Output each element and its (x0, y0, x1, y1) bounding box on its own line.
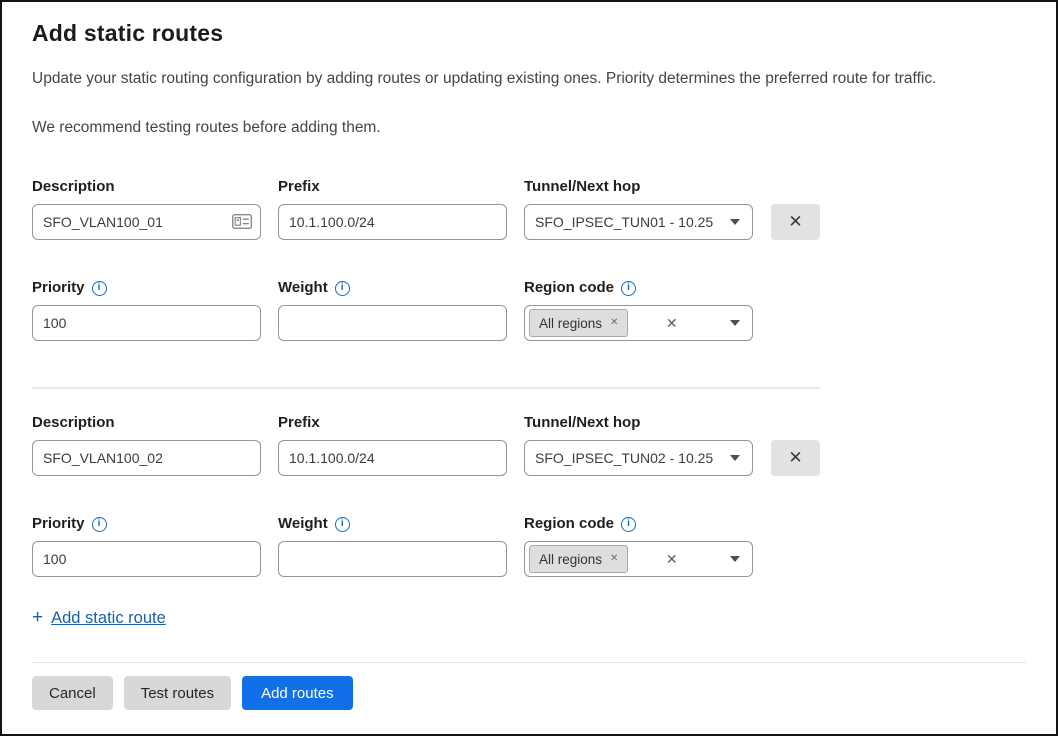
tunnel-label: Tunnel/Next hop (524, 177, 753, 197)
remove-route-button[interactable]: ✕ (771, 204, 820, 240)
prefix-input[interactable] (278, 204, 507, 240)
footer-divider (32, 662, 1026, 663)
description-label: Description (32, 177, 261, 197)
tunnel-select[interactable]: SFO_IPSEC_TUN01 - 10.25... (524, 204, 753, 240)
region-chip-label: All regions (539, 552, 602, 567)
priority-label: Priority (32, 514, 85, 534)
info-icon[interactable]: i (335, 281, 350, 296)
prefix-label: Prefix (278, 413, 507, 433)
weight-label: Weight (278, 514, 328, 534)
chevron-down-icon (730, 320, 740, 326)
route-divider (32, 387, 820, 389)
close-icon: ✕ (788, 212, 802, 232)
info-icon[interactable]: i (335, 517, 350, 532)
close-icon: ✕ (788, 448, 802, 468)
weight-input[interactable] (278, 541, 507, 577)
tunnel-field-group: Tunnel/Next hop SFO_IPSEC_TUN01 - 10.25.… (524, 177, 753, 240)
description-field-group: Description (32, 413, 261, 476)
region-code-label: Region code (524, 514, 614, 534)
clear-icon[interactable]: ✕ (666, 316, 678, 330)
description-input[interactable] (32, 440, 261, 476)
remove-route-button[interactable]: ✕ (771, 440, 820, 476)
intro-text: Update your static routing configuration… (32, 69, 1026, 88)
weight-label: Weight (278, 278, 328, 298)
add-static-routes-dialog: Add static routes Update your static rou… (0, 0, 1058, 736)
region-chip-label: All regions (539, 316, 602, 331)
chip-remove-icon[interactable]: ✕ (610, 318, 618, 328)
priority-field-group: Priority i (32, 514, 261, 577)
tunnel-select-value: SFO_IPSEC_TUN02 - 10.25... (535, 450, 713, 466)
region-code-field-group: Region code i All regions ✕ ✕ (524, 278, 753, 341)
prefix-field-group: Prefix (278, 413, 507, 476)
region-chip: All regions ✕ (529, 309, 628, 337)
region-code-multiselect[interactable]: All regions ✕ ✕ (524, 541, 753, 577)
info-icon[interactable]: i (92, 517, 107, 532)
priority-input[interactable] (32, 305, 261, 341)
tunnel-field-group: Tunnel/Next hop SFO_IPSEC_TUN02 - 10.25.… (524, 413, 753, 476)
info-icon[interactable]: i (621, 281, 636, 296)
chevron-down-icon (730, 219, 740, 225)
tunnel-label: Tunnel/Next hop (524, 413, 753, 433)
route-entry-2: Description Prefix Tunnel/Next hop SFO_I… (32, 413, 1026, 577)
cancel-button[interactable]: Cancel (32, 676, 113, 710)
region-code-multiselect[interactable]: All regions ✕ ✕ (524, 305, 753, 341)
prefix-field-group: Prefix (278, 177, 507, 240)
region-chip: All regions ✕ (529, 545, 628, 573)
chip-remove-icon[interactable]: ✕ (610, 554, 618, 564)
chevron-down-icon (730, 556, 740, 562)
tunnel-select-value: SFO_IPSEC_TUN01 - 10.25... (535, 214, 713, 230)
priority-field-group: Priority i (32, 278, 261, 341)
add-static-route-link[interactable]: + Add static route (32, 607, 166, 629)
test-routes-button[interactable]: Test routes (124, 676, 231, 710)
contact-card-icon[interactable] (232, 214, 252, 229)
region-code-field-group: Region code i All regions ✕ ✕ (524, 514, 753, 577)
add-routes-button[interactable]: Add routes (242, 676, 353, 710)
info-icon[interactable]: i (621, 517, 636, 532)
description-input[interactable] (32, 204, 261, 240)
clear-icon[interactable]: ✕ (666, 552, 678, 566)
prefix-input[interactable] (278, 440, 507, 476)
footer-action-bar: Cancel Test routes Add routes (32, 676, 1026, 710)
page-title: Add static routes (32, 20, 1026, 47)
weight-input[interactable] (278, 305, 507, 341)
info-icon[interactable]: i (92, 281, 107, 296)
weight-field-group: Weight i (278, 514, 507, 577)
chevron-down-icon (730, 455, 740, 461)
weight-field-group: Weight i (278, 278, 507, 341)
priority-input[interactable] (32, 541, 261, 577)
plus-icon: + (32, 607, 43, 629)
description-field-group: Description (32, 177, 261, 240)
add-static-route-label: Add static route (51, 609, 166, 628)
recommendation-text: We recommend testing routes before addin… (32, 118, 1026, 137)
region-code-label: Region code (524, 278, 614, 298)
tunnel-select[interactable]: SFO_IPSEC_TUN02 - 10.25... (524, 440, 753, 476)
description-label: Description (32, 413, 261, 433)
route-entry-1: Description Prefix (32, 177, 1026, 341)
priority-label: Priority (32, 278, 85, 298)
prefix-label: Prefix (278, 177, 507, 197)
